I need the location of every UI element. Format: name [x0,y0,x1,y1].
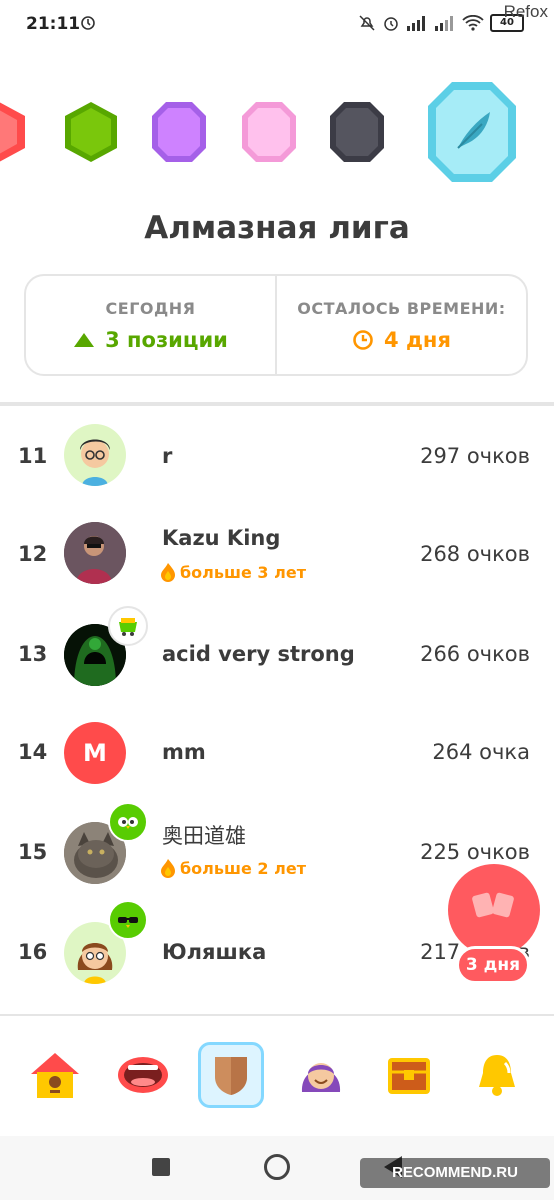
signal-icon [407,16,425,31]
bell-icon [479,1055,515,1096]
amethyst-league-badge [152,102,206,162]
nav-home[interactable] [22,1042,88,1108]
user-name: Kazu King [162,526,281,550]
rank-number: 14 [18,740,48,764]
today-label: СЕГОДНЯ [105,298,196,318]
nav-shop[interactable] [376,1042,442,1108]
avatar-initial: M [83,739,107,767]
alarm-icon [384,17,398,31]
bottom-nav [0,1014,554,1136]
streak-text: больше 2 лет [180,858,306,878]
streak-text: больше 3 лет [180,562,306,582]
speaking-icon [118,1057,168,1093]
home-button[interactable] [264,1154,290,1180]
watermark-text: Refox [503,2,548,21]
user-name: acid very strong [162,642,355,666]
streak-info: больше 2 лет [160,858,306,878]
leaderboard-row[interactable]: 13 acid very strong 266 очков [0,604,554,702]
league-mini-badge [108,606,148,646]
home-icon [31,1053,79,1098]
obsidian-league-badge [330,102,384,162]
diamond-league-badge [428,82,516,182]
recents-button[interactable] [152,1158,170,1176]
rank-number: 12 [18,542,48,566]
letter-avatar[interactable]: M [64,722,126,784]
owl-mini-badge [108,802,148,842]
user-points: 266 очков [420,642,530,666]
sunglasses-owl-icon [118,917,138,928]
leaderboard-row[interactable]: 14 M mm 264 очка [0,702,554,800]
status-time: 21:11 [26,14,81,34]
league-title: Алмазная лига [144,210,410,246]
ruby-league-badge [0,102,25,162]
silent-icon [359,15,375,31]
user-points: 264 очка [432,740,530,764]
time-left-section: ОСТАЛОСЬ ВРЕМЕНИ: 4 дня [275,276,526,374]
rank-number: 11 [18,444,48,468]
nav-profile[interactable] [288,1042,354,1108]
pearl-league-badge [242,102,296,162]
time-left-value-row: 4 дня [352,328,451,352]
alarm-icon [80,14,96,34]
league-info-card: СЕГОДНЯ 3 позиции ОСТАЛОСЬ ВРЕМЕНИ: 4 дн… [24,274,528,376]
flame-icon [161,859,175,878]
section-divider [0,402,554,406]
nav-leaderboard[interactable] [198,1042,264,1108]
photo-avatar[interactable] [64,522,126,584]
chest-timer-badge[interactable]: 3 дня [456,946,530,984]
time-left-value: 4 дня [384,327,451,352]
watermark-text: RECOMMEND.RU [360,1158,550,1188]
boy-avatar[interactable] [64,424,126,486]
user-name: Юляшка [162,940,267,964]
chest-reward-button[interactable] [448,864,540,956]
flame-icon [161,563,175,582]
user-points: 297 очков [420,444,530,468]
today-section: СЕГОДНЯ 3 позиции [26,276,275,374]
rank-number: 15 [18,840,48,864]
arrow-up-icon [74,332,95,347]
league-shield-icon [215,1057,247,1095]
signal-icon [435,16,453,31]
owl-sunglasses-mini-badge [108,900,148,940]
status-icons: 40 [358,14,524,32]
streak-info: больше 3 лет [160,562,306,582]
rank-number: 13 [18,642,48,666]
nav-notifications[interactable] [464,1042,530,1108]
wifi-icon [462,15,484,31]
status-bar: 21:11 40 Refox [0,0,554,52]
user-name: mm [162,740,206,764]
emerald-league-badge [65,102,117,162]
user-points: 225 очков [420,840,530,864]
cart-icon [119,618,137,636]
time-left-label: ОСТАЛОСЬ ВРЕМЕНИ: [297,298,506,318]
profile-icon [301,1063,341,1092]
user-name: r [162,444,173,468]
rank-number: 16 [18,940,48,964]
league-badges-carousel[interactable] [0,80,554,190]
user-name: 奥田道雄 [162,824,246,848]
leaderboard-row[interactable]: 11 r 297 очков [0,408,554,506]
today-value-row: 3 позиции [73,328,228,352]
leaderboard-row[interactable]: 12 Kazu King больше 3 лет 268 очков [0,506,554,604]
chest-icon [388,1058,430,1094]
chest-icon [472,892,514,918]
user-points: 268 очков [420,542,530,566]
owl-icon [118,817,138,829]
nav-speaking[interactable] [110,1042,176,1108]
clock-icon [353,329,373,350]
today-value: 3 позиции [105,327,228,352]
